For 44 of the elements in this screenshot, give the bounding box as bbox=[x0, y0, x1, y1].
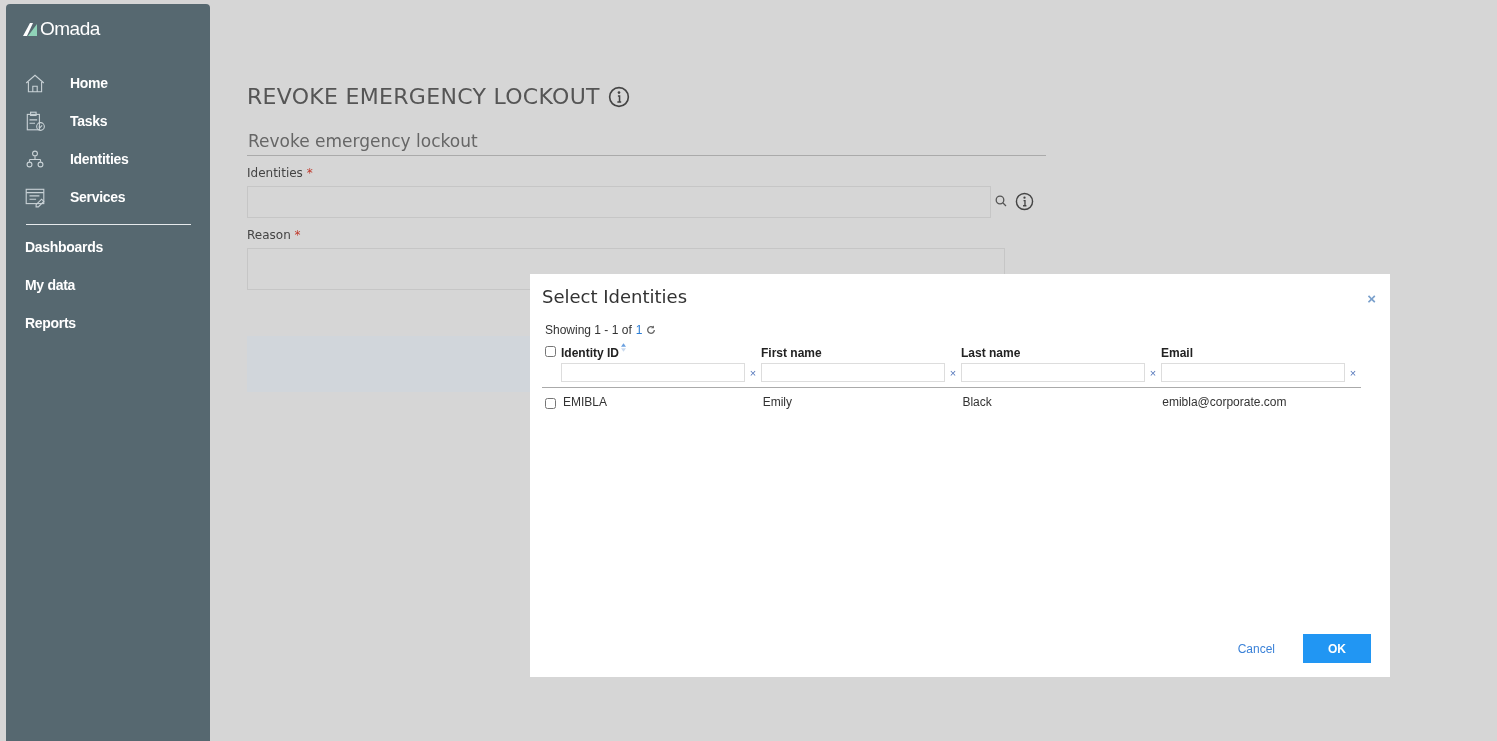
clear-button[interactable]: × bbox=[1345, 366, 1361, 379]
nav-item[interactable]: Home bbox=[24, 64, 108, 102]
refresh-icon[interactable] bbox=[646, 325, 657, 335]
ok-button[interactable]: OK bbox=[1303, 634, 1371, 663]
clear-button[interactable]: × bbox=[945, 366, 961, 379]
cancel-button[interactable]: Cancel bbox=[1231, 640, 1281, 657]
nav-link[interactable]: Dashboards bbox=[25, 239, 103, 255]
section-title: Revoke emergency lockout bbox=[247, 131, 1046, 156]
search-icon[interactable] bbox=[995, 195, 1007, 207]
column-header[interactable]: First name bbox=[761, 346, 822, 360]
table-cell-text: EMIBLA bbox=[561, 395, 608, 409]
table-cell-text: Emily bbox=[761, 395, 793, 409]
page-title: REVOKE EMERGENCY LOCKOUT bbox=[247, 84, 600, 109]
filter-field[interactable] bbox=[961, 363, 1145, 382]
total-count: 1 bbox=[635, 323, 643, 337]
row-checkbox[interactable] bbox=[545, 398, 556, 409]
clipboard-icon bbox=[24, 110, 46, 132]
nav-item[interactable]: Identities bbox=[24, 140, 129, 178]
table-cell-text: Black bbox=[961, 395, 993, 409]
column-header[interactable]: Last name bbox=[961, 346, 1021, 360]
clear-button[interactable]: × bbox=[1145, 366, 1161, 379]
form-icon bbox=[24, 186, 46, 208]
info-icon[interactable] bbox=[1015, 191, 1034, 211]
field-label: Reason * bbox=[247, 228, 301, 244]
column-header[interactable]: Identity ID bbox=[561, 346, 619, 360]
nav-item[interactable]: Tasks bbox=[24, 102, 108, 140]
house-icon bbox=[24, 72, 46, 94]
filter-field[interactable] bbox=[1161, 363, 1345, 382]
sort-icon[interactable] bbox=[621, 343, 626, 352]
result-count: Showing 1 - 1 of bbox=[545, 323, 632, 337]
omada-logo: Omada bbox=[22, 18, 100, 40]
table-cell-text: emibla@corporate.com bbox=[1161, 395, 1288, 409]
info-icon[interactable] bbox=[607, 85, 630, 108]
column-header[interactable]: Email bbox=[1161, 346, 1193, 360]
nav-item[interactable]: Services bbox=[24, 178, 126, 216]
org-chart-icon bbox=[24, 148, 46, 170]
nav-link[interactable]: Reports bbox=[25, 315, 76, 331]
filter-field[interactable] bbox=[561, 363, 745, 382]
filter-field[interactable] bbox=[761, 363, 945, 382]
field-label: Identities * bbox=[247, 166, 313, 182]
select-all-checkbox[interactable] bbox=[545, 346, 556, 357]
dialog-title: Select Identities bbox=[542, 286, 688, 307]
nav-link[interactable]: My data bbox=[25, 277, 76, 293]
clear-button[interactable]: × bbox=[745, 366, 761, 379]
